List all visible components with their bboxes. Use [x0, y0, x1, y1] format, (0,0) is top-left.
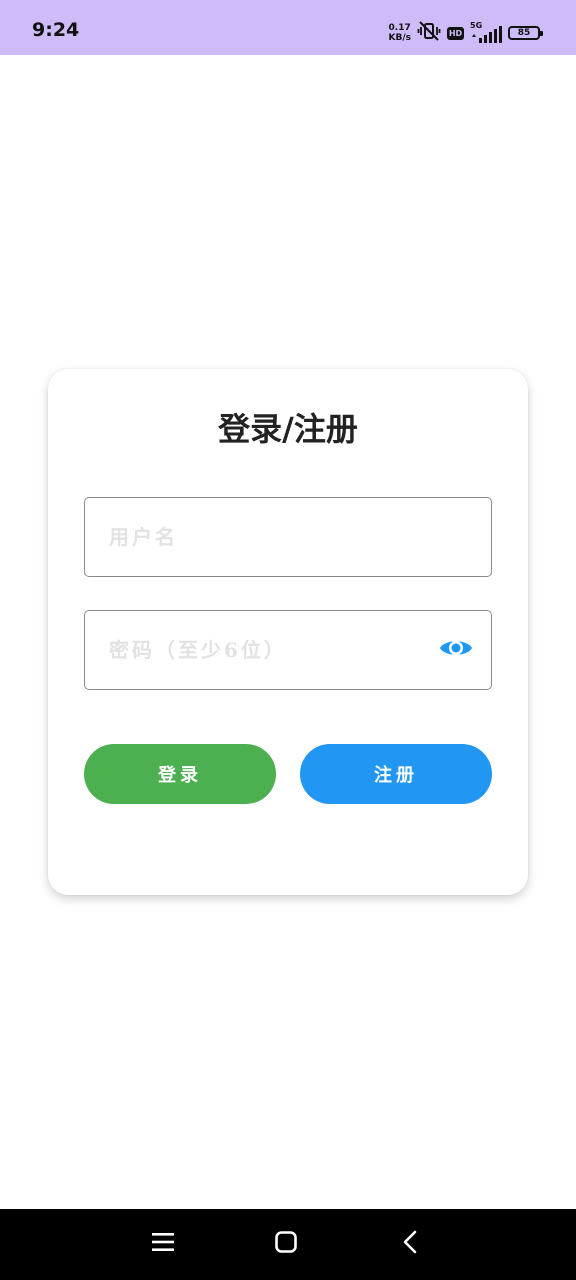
cellular-signal: 5G	[470, 21, 502, 44]
login-button[interactable]: 登录	[84, 744, 276, 804]
network-speed: 0.17 KB/s	[389, 23, 411, 43]
back-icon	[402, 1230, 418, 1258]
hd-badge: HD	[447, 26, 464, 40]
status-icons: 0.17 KB/s HD 5G 85	[389, 20, 543, 46]
username-input[interactable]	[109, 498, 469, 575]
app-screen: 9:24 0.17 KB/s HD 5G 85 登录/注册 用户名 登录 注册	[0, 0, 576, 1280]
password-field[interactable]	[84, 610, 492, 690]
vibrate-off-icon	[417, 20, 441, 46]
password-visibility-toggle[interactable]	[437, 633, 475, 667]
password-input[interactable]	[109, 611, 419, 688]
network-speed-value: 0.17	[388, 23, 411, 33]
nav-back-button[interactable]	[393, 1227, 427, 1261]
username-field[interactable]	[84, 497, 492, 577]
navigation-bar	[0, 1209, 576, 1280]
status-bar: 9:24 0.17 KB/s HD 5G 85	[0, 0, 576, 55]
login-card: 登录/注册 登录 注册	[48, 369, 528, 895]
status-time: 9:24	[32, 19, 80, 41]
nav-home-button[interactable]	[269, 1227, 303, 1261]
network-speed-unit: KB/s	[388, 33, 411, 43]
register-button[interactable]: 注册	[300, 744, 492, 804]
nav-menu-button[interactable]	[146, 1227, 180, 1261]
battery-icon: 85	[508, 26, 543, 40]
eye-icon	[439, 636, 473, 664]
home-icon	[274, 1230, 298, 1258]
card-title: 登录/注册	[218, 410, 358, 448]
battery-level: 85	[517, 28, 531, 38]
menu-icon	[151, 1231, 175, 1257]
